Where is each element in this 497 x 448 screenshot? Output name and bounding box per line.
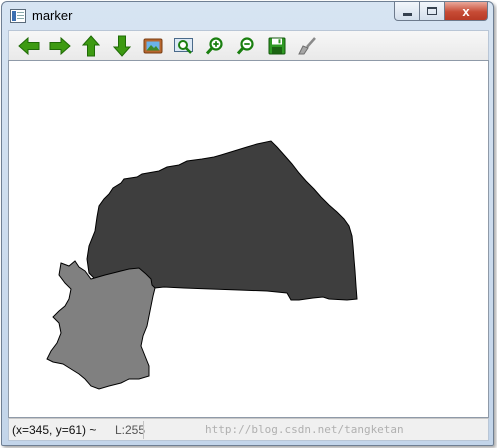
zoom-out-icon: [236, 36, 254, 55]
app-window-icon[interactable]: [10, 9, 26, 23]
brush-icon: [297, 36, 316, 54]
status-divider: [143, 421, 144, 439]
title-bar[interactable]: marker x: [2, 2, 493, 30]
watermark-text: http://blog.csdn.net/tangketan: [205, 423, 404, 436]
minimize-icon: [402, 12, 412, 16]
pixel-value: L:255: [115, 423, 146, 437]
properties-button[interactable]: [292, 33, 323, 59]
app-window: marker x (x=345, y=61) ~ L:255 http://bl…: [1, 1, 494, 446]
save-button[interactable]: [261, 33, 292, 59]
pan-down-button[interactable]: [106, 33, 137, 59]
maximize-icon: [427, 7, 437, 15]
zoom-region-button[interactable]: [168, 33, 199, 59]
arrow-left-icon: [17, 36, 39, 55]
cursor-position: (x=345, y=61) ~: [12, 423, 97, 437]
close-button[interactable]: x: [445, 2, 488, 21]
zoom-region-icon: [173, 37, 193, 54]
light-region: [46, 260, 156, 390]
marker-image[interactable]: [9, 61, 489, 418]
zoom-in-button[interactable]: [199, 33, 230, 59]
zoom-out-button[interactable]: [230, 33, 261, 59]
floppy-disk-icon: [268, 37, 285, 54]
toolbar: [8, 30, 489, 60]
arrow-up-icon: [81, 34, 100, 56]
pan-right-button[interactable]: [44, 33, 75, 59]
close-icon: x: [462, 3, 470, 19]
window-title: marker: [32, 8, 73, 23]
minimize-button[interactable]: [394, 2, 420, 21]
image-icon: [143, 38, 162, 53]
status-bar: (x=345, y=61) ~ L:255 http://blog.csdn.n…: [8, 418, 489, 441]
fit-image-button[interactable]: [137, 33, 168, 59]
arrow-down-icon: [112, 35, 131, 57]
pan-up-button[interactable]: [75, 33, 106, 59]
pan-left-button[interactable]: [13, 33, 44, 59]
image-canvas[interactable]: [8, 60, 489, 418]
window-controls: x: [394, 2, 488, 21]
maximize-button[interactable]: [420, 2, 445, 21]
arrow-right-icon: [49, 36, 71, 55]
zoom-in-icon: [205, 36, 223, 55]
